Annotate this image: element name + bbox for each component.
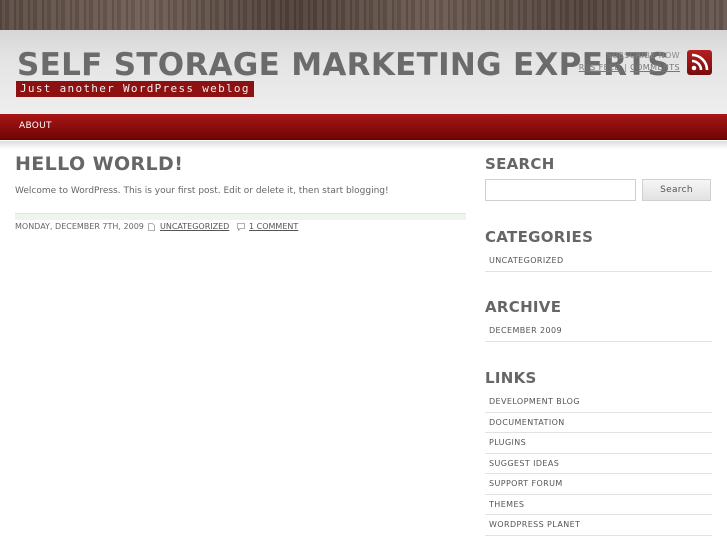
link-support-forum[interactable]: SUPPORT FORUM	[489, 479, 563, 488]
rss-icon[interactable]	[687, 50, 712, 75]
post-meta: MONDAY, DECEMBER 7TH, 2009 UNCATEGORIZED…	[15, 222, 466, 232]
post-comments-link[interactable]: 1 COMMENT	[249, 222, 298, 231]
categories-list: UNCATEGORIZED	[485, 251, 712, 272]
subscribe-now-label: SUBSCRIBE NOW	[606, 51, 680, 60]
search-input[interactable]	[485, 179, 636, 201]
post-category-link[interactable]: UNCATEGORIZED	[160, 222, 229, 231]
document-icon	[148, 223, 155, 231]
list-item: UNCATEGORIZED	[485, 251, 712, 272]
post-divider	[15, 213, 466, 220]
list-item: WORDPRESS PLANET	[485, 515, 712, 536]
links-widget-title: LINKS	[485, 369, 537, 387]
comment-icon	[237, 223, 245, 232]
link-wordpress-planet[interactable]: WORDPRESS PLANET	[489, 520, 580, 529]
post-title[interactable]: HELLO WORLD!	[15, 153, 183, 175]
link-suggest-ideas[interactable]: SUGGEST IDEAS	[489, 459, 559, 468]
links-list: DEVELOPMENT BLOG DOCUMENTATION PLUGINS S…	[485, 392, 712, 536]
nav-item-about[interactable]: ABOUT	[19, 121, 52, 131]
archive-widget-title: ARCHIVE	[485, 298, 562, 316]
subscribe-links: SUBSCRIBE NOW RSS FEED | COMMENTS	[578, 51, 680, 72]
archive-link-dec-2009[interactable]: DECEMBER 2009	[489, 326, 562, 335]
list-item: DEVELOPMENT BLOG	[485, 392, 712, 413]
post-date: MONDAY, DECEMBER 7TH, 2009	[15, 222, 144, 231]
comments-feed-link[interactable]: COMMENTS	[630, 63, 680, 72]
search-button[interactable]: Search	[642, 179, 711, 201]
link-plugins[interactable]: PLUGINS	[489, 438, 526, 447]
list-item: THEMES	[485, 495, 712, 515]
rss-feed-link[interactable]: RSS FEED	[579, 63, 621, 72]
list-item: SUGGEST IDEAS	[485, 454, 712, 474]
list-item: SUPPORT FORUM	[485, 474, 712, 495]
main-nav: ABOUT	[0, 114, 727, 140]
list-item: DOCUMENTATION	[485, 413, 712, 433]
link-themes[interactable]: THEMES	[489, 500, 524, 509]
wood-banner	[0, 0, 727, 30]
site-title[interactable]: SELF STORAGE MARKETING EXPERTS	[17, 47, 670, 83]
categories-widget-title: CATEGORIES	[485, 228, 594, 246]
archive-list: DECEMBER 2009	[485, 321, 712, 342]
site-tagline: Just another WordPress weblog	[16, 81, 254, 97]
link-development-blog[interactable]: DEVELOPMENT BLOG	[489, 397, 580, 406]
link-documentation[interactable]: DOCUMENTATION	[489, 418, 565, 427]
list-item: PLUGINS	[485, 433, 712, 454]
site-header: SELF STORAGE MARKETING EXPERTS Just anot…	[0, 30, 727, 114]
search-widget-title: SEARCH	[485, 155, 555, 173]
list-item: DECEMBER 2009	[485, 321, 712, 342]
nav-shadow	[0, 141, 727, 149]
category-link-uncategorized[interactable]: UNCATEGORIZED	[489, 256, 564, 265]
post-content: Welcome to WordPress. This is your first…	[15, 186, 389, 196]
